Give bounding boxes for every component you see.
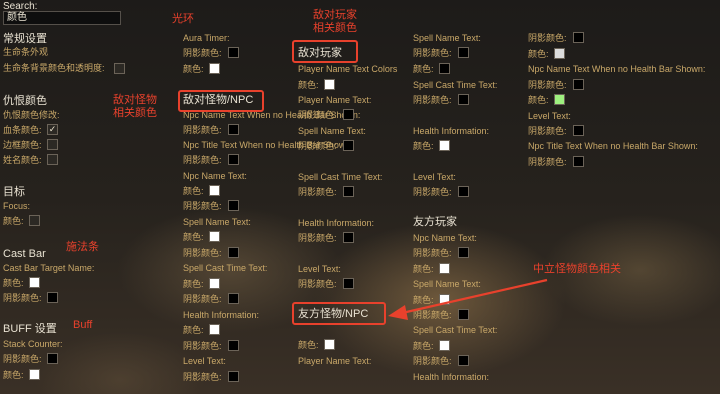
annotation-arrow [388,278,548,320]
